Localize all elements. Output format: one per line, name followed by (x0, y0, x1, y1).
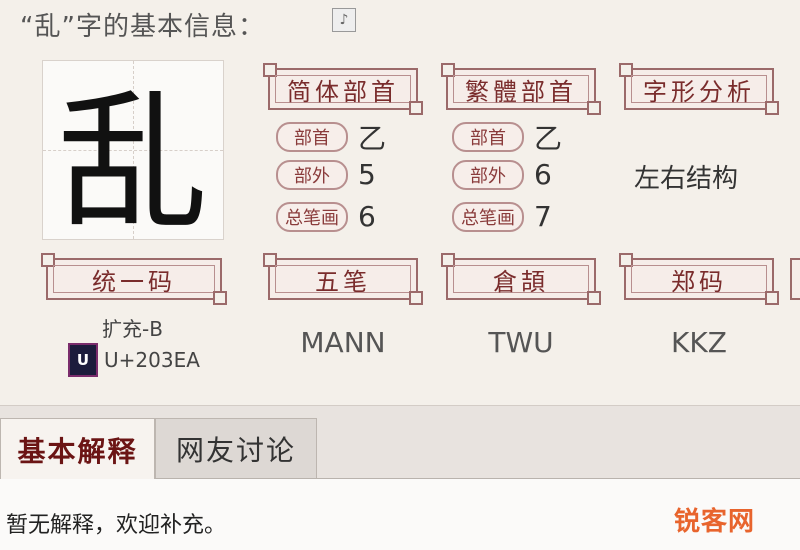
unicode-extension-label: 扩充-B (102, 317, 163, 341)
zhengma-value: KKZ (671, 326, 727, 359)
tab-basic-explanation[interactable]: 基本解释 (0, 418, 155, 480)
traditional-radical-row: 部首 乙 (452, 117, 562, 157)
wubi-value: MANN (300, 326, 386, 359)
simplified-outside-row: 部外 5 (276, 158, 376, 191)
tab-bar: 基本解释 网友讨论 (0, 405, 800, 480)
character-glyph-box: 乱 (42, 60, 224, 251)
section-traditional-radical: 繁體部首 (441, 63, 601, 115)
section-zhengma: 郑码 (619, 253, 779, 305)
traditional-outside-row: 部外 6 (452, 158, 552, 191)
watermark: 锐客网 (673, 507, 755, 537)
cangjie-value: TWU (488, 326, 554, 359)
traditional-radical-value: 乙 (534, 122, 563, 155)
simplified-radical-row: 部首 乙 (276, 117, 386, 157)
section-partial (790, 258, 800, 300)
unicode-row: U U+203EA (68, 343, 200, 377)
traditional-outside-value: 6 (534, 158, 552, 191)
unicode-value: U+203EA (104, 348, 200, 372)
section-label: 倉頡 (493, 267, 549, 296)
page-title: “乱”字的基本信息： (20, 12, 265, 42)
section-unicode: 统一码 (41, 253, 227, 305)
simplified-strokes-row: 总笔画 6 (276, 200, 376, 233)
total-strokes-tag: 总笔画 (452, 201, 524, 232)
traditional-strokes-value: 7 (534, 200, 552, 233)
radical-tag: 部首 (276, 122, 348, 152)
section-wubi: 五笔 (263, 253, 423, 305)
section-cangjie: 倉頡 (441, 253, 601, 305)
section-label: 郑码 (671, 267, 727, 296)
unicode-logo-icon: U (68, 343, 98, 377)
simplified-strokes-value: 6 (358, 200, 376, 233)
structure-value: 左右结构 (634, 164, 739, 194)
simplified-radical-value: 乙 (358, 122, 387, 155)
outside-tag: 部外 (276, 159, 348, 190)
tab-user-discussion[interactable]: 网友讨论 (155, 418, 317, 478)
character-glyph: 乱 (57, 76, 208, 251)
section-label: 简体部首 (287, 77, 399, 106)
radical-tag: 部首 (452, 122, 524, 152)
total-strokes-tag: 总笔画 (276, 201, 348, 232)
tab-content: 暂无解释，欢迎补充。 锐客网 (0, 479, 800, 550)
section-label: 五笔 (315, 267, 371, 296)
outside-tag: 部外 (452, 159, 524, 190)
section-label: 字形分析 (643, 77, 755, 106)
speaker-icon[interactable]: ♪ (332, 8, 356, 32)
section-label: 统一码 (92, 267, 176, 296)
section-simplified-radical: 简体部首 (263, 63, 423, 115)
explanation-text: 暂无解释，欢迎补充。 (6, 513, 227, 538)
section-label: 繁體部首 (465, 77, 577, 106)
traditional-strokes-row: 总笔画 7 (452, 200, 552, 233)
section-glyph-analysis: 字形分析 (619, 63, 779, 115)
simplified-outside-value: 5 (358, 158, 376, 191)
